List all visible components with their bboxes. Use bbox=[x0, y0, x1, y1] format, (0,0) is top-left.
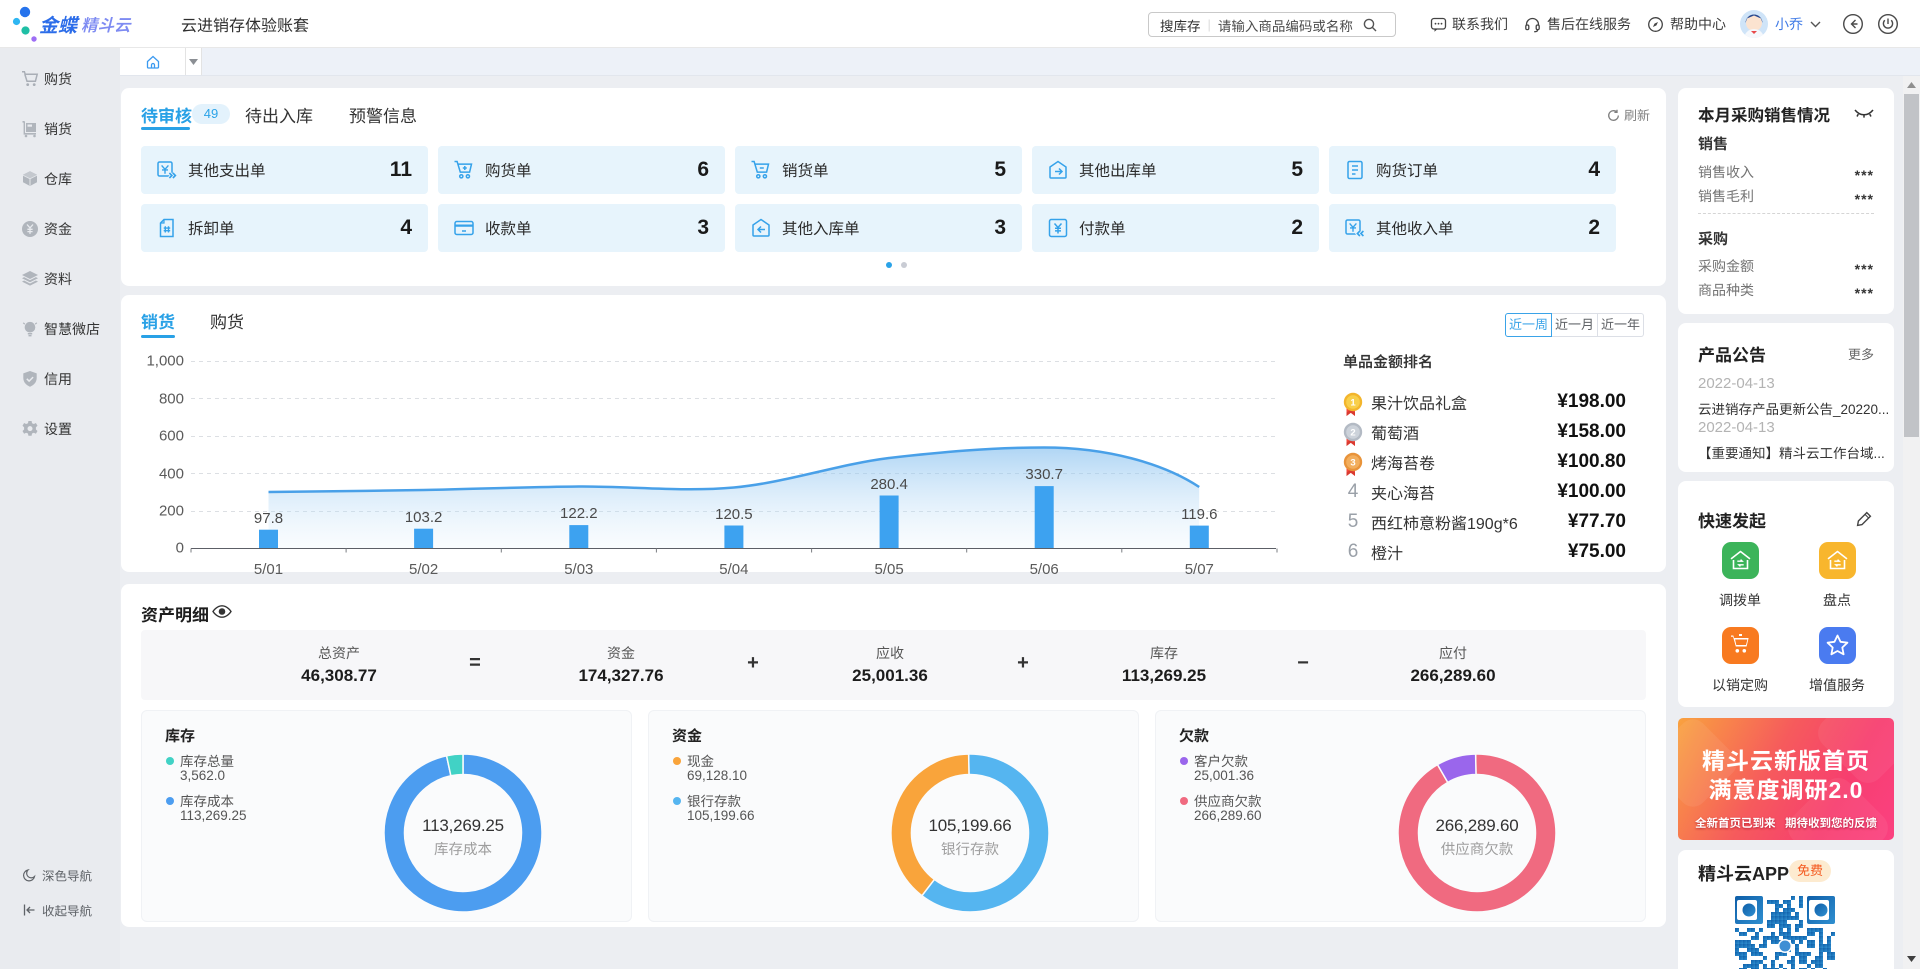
svg-text:1: 1 bbox=[1350, 397, 1356, 408]
svg-text:3: 3 bbox=[1350, 457, 1355, 468]
svg-text:2: 2 bbox=[1350, 427, 1355, 438]
